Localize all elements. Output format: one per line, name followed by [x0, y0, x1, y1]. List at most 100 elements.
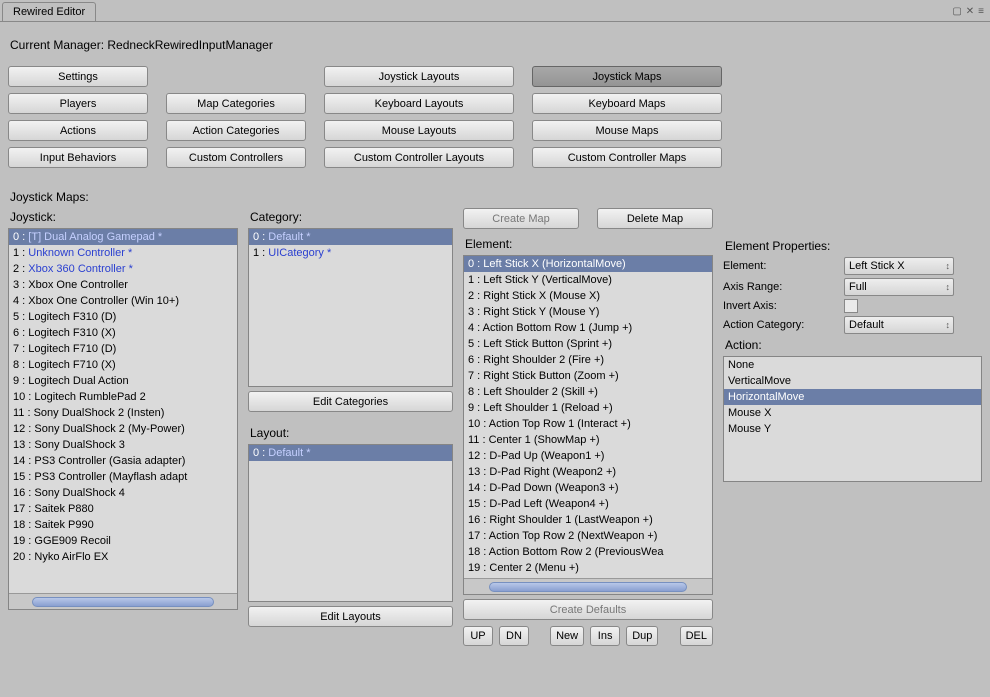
joystick-layouts-button[interactable]: Joystick Layouts: [324, 66, 514, 87]
list-item[interactable]: VerticalMove: [724, 373, 981, 389]
element-properties-label: Element Properties:: [725, 239, 982, 253]
list-item[interactable]: 16 : Sony DualShock 4: [9, 485, 237, 501]
list-item[interactable]: 2 : Xbox 360 Controller *: [9, 261, 237, 277]
list-item[interactable]: 2 : Right Stick X (Mouse X): [464, 288, 712, 304]
list-item[interactable]: 6 : Logitech F310 (X): [9, 325, 237, 341]
prop-actioncat-select[interactable]: Default: [844, 316, 954, 334]
custom-controller-maps-button[interactable]: Custom Controller Maps: [532, 147, 722, 168]
list-item[interactable]: 8 : Logitech F710 (X): [9, 357, 237, 373]
create-defaults-button[interactable]: Create Defaults: [463, 599, 713, 620]
list-item[interactable]: 6 : Right Shoulder 2 (Fire +): [464, 352, 712, 368]
list-item[interactable]: 13 : Sony DualShock 3: [9, 437, 237, 453]
mouse-maps-button[interactable]: Mouse Maps: [532, 120, 722, 141]
keyboard-maps-button[interactable]: Keyboard Maps: [532, 93, 722, 114]
delete-map-button[interactable]: Delete Map: [597, 208, 713, 229]
list-item[interactable]: 0 : Left Stick X (HorizontalMove): [464, 256, 712, 272]
list-item[interactable]: 8 : Left Shoulder 2 (Skill +): [464, 384, 712, 400]
joystick-list[interactable]: 0 : [T] Dual Analog Gamepad *1 : Unknown…: [8, 228, 238, 610]
list-item[interactable]: 15 : D-Pad Left (Weapon4 +): [464, 496, 712, 512]
list-item[interactable]: 13 : D-Pad Right (Weapon2 +): [464, 464, 712, 480]
list-item[interactable]: 3 : Right Stick Y (Mouse Y): [464, 304, 712, 320]
up-button[interactable]: UP: [463, 626, 493, 646]
list-item[interactable]: 9 : Left Shoulder 1 (Reload +): [464, 400, 712, 416]
list-item[interactable]: 14 : PS3 Controller (Gasia adapter): [9, 453, 237, 469]
list-item[interactable]: 0 : Default *: [249, 445, 452, 461]
custom-controller-layouts-button[interactable]: Custom Controller Layouts: [324, 147, 514, 168]
list-item[interactable]: 19 : Center 2 (Menu +): [464, 560, 712, 576]
create-map-button[interactable]: Create Map: [463, 208, 579, 229]
list-item[interactable]: 19 : GGE909 Recoil: [9, 533, 237, 549]
mouse-layouts-button[interactable]: Mouse Layouts: [324, 120, 514, 141]
list-item[interactable]: 7 : Right Stick Button (Zoom +): [464, 368, 712, 384]
map-categories-button[interactable]: Map Categories: [166, 93, 306, 114]
list-item[interactable]: 11 : Sony DualShock 2 (Insten): [9, 405, 237, 421]
list-item[interactable]: 7 : Logitech F710 (D): [9, 341, 237, 357]
settings-button[interactable]: Settings: [8, 66, 148, 87]
element-list[interactable]: 0 : Left Stick X (HorizontalMove)1 : Lef…: [463, 255, 713, 595]
list-item[interactable]: 16 : Right Shoulder 1 (LastWeapon +): [464, 512, 712, 528]
list-item[interactable]: 20 : Nyko AirFlo EX: [9, 549, 237, 565]
list-item[interactable]: Mouse Y: [724, 421, 981, 437]
menu-icon[interactable]: ≡: [978, 6, 984, 17]
element-list-buttons: UP DN New Ins Dup DEL: [463, 626, 713, 646]
list-item[interactable]: 18 : Saitek P990: [9, 517, 237, 533]
ins-button[interactable]: Ins: [590, 626, 620, 646]
current-manager-name: RedneckRewiredInputManager: [107, 38, 272, 52]
list-item[interactable]: 11 : Center 1 (ShowMap +): [464, 432, 712, 448]
edit-categories-button[interactable]: Edit Categories: [248, 391, 453, 412]
list-item[interactable]: 10 : Action Top Row 1 (Interact +): [464, 416, 712, 432]
joystick-maps-label: Joystick Maps:: [10, 190, 982, 204]
custom-controllers-button[interactable]: Custom Controllers: [166, 147, 306, 168]
list-item[interactable]: 15 : PS3 Controller (Mayflash adapt: [9, 469, 237, 485]
list-item[interactable]: 5 : Logitech F310 (D): [9, 309, 237, 325]
list-item[interactable]: 5 : Left Stick Button (Sprint +): [464, 336, 712, 352]
joystick-maps-button[interactable]: Joystick Maps: [532, 66, 722, 87]
dn-button[interactable]: DN: [499, 626, 529, 646]
action-label: Action:: [725, 338, 982, 352]
list-item[interactable]: 9 : Logitech Dual Action: [9, 373, 237, 389]
input-behaviors-button[interactable]: Input Behaviors: [8, 147, 148, 168]
list-item[interactable]: 14 : D-Pad Down (Weapon3 +): [464, 480, 712, 496]
list-item[interactable]: 0 : Default *: [249, 229, 452, 245]
list-item[interactable]: 1 : Left Stick Y (VerticalMove): [464, 272, 712, 288]
dock-icon[interactable]: ▢: [952, 6, 961, 17]
list-item[interactable]: 4 : Xbox One Controller (Win 10+): [9, 293, 237, 309]
edit-layouts-button[interactable]: Edit Layouts: [248, 606, 453, 627]
hscrollbar[interactable]: [464, 578, 712, 594]
prop-element-label: Element:: [723, 260, 838, 272]
list-item[interactable]: 18 : Action Bottom Row 2 (PreviousWea: [464, 544, 712, 560]
list-item[interactable]: 4 : Action Bottom Row 1 (Jump +): [464, 320, 712, 336]
prop-axisrange-select[interactable]: Full: [844, 278, 954, 296]
layout-list[interactable]: 0 : Default *: [248, 444, 453, 602]
hscrollbar[interactable]: [9, 593, 237, 609]
window-tab[interactable]: Rewired Editor: [2, 2, 96, 21]
action-list[interactable]: NoneVerticalMoveHorizontalMoveMouse XMou…: [723, 356, 982, 482]
list-item[interactable]: 17 : Action Top Row 2 (NextWeapon +): [464, 528, 712, 544]
prop-invert-checkbox[interactable]: [844, 299, 858, 313]
list-item[interactable]: 3 : Xbox One Controller: [9, 277, 237, 293]
list-item[interactable]: 17 : Saitek P880: [9, 501, 237, 517]
keyboard-layouts-button[interactable]: Keyboard Layouts: [324, 93, 514, 114]
list-item[interactable]: None: [724, 357, 981, 373]
category-label: Category:: [250, 210, 453, 224]
category-list[interactable]: 0 : Default *1 : UICategory *: [248, 228, 453, 387]
list-item[interactable]: 12 : D-Pad Up (Weapon1 +): [464, 448, 712, 464]
list-item[interactable]: 1 : Unknown Controller *: [9, 245, 237, 261]
action-categories-button[interactable]: Action Categories: [166, 120, 306, 141]
title-bar: Rewired Editor ▢ ✕ ≡: [0, 0, 990, 22]
close-icon[interactable]: ✕: [966, 6, 974, 17]
list-item[interactable]: 10 : Logitech RumblePad 2: [9, 389, 237, 405]
actions-button[interactable]: Actions: [8, 120, 148, 141]
players-button[interactable]: Players: [8, 93, 148, 114]
list-item[interactable]: HorizontalMove: [724, 389, 981, 405]
list-item[interactable]: Mouse X: [724, 405, 981, 421]
prop-element-select[interactable]: Left Stick X: [844, 257, 954, 275]
list-item[interactable]: 1 : UICategory *: [249, 245, 452, 261]
new-button[interactable]: New: [550, 626, 584, 646]
joystick-label: Joystick:: [10, 210, 238, 224]
dup-button[interactable]: Dup: [626, 626, 658, 646]
list-item[interactable]: 12 : Sony DualShock 2 (My-Power): [9, 421, 237, 437]
elements-column: Create Map Delete Map Element: 0 : Left …: [463, 208, 713, 646]
del-button[interactable]: DEL: [680, 626, 713, 646]
list-item[interactable]: 0 : [T] Dual Analog Gamepad *: [9, 229, 237, 245]
